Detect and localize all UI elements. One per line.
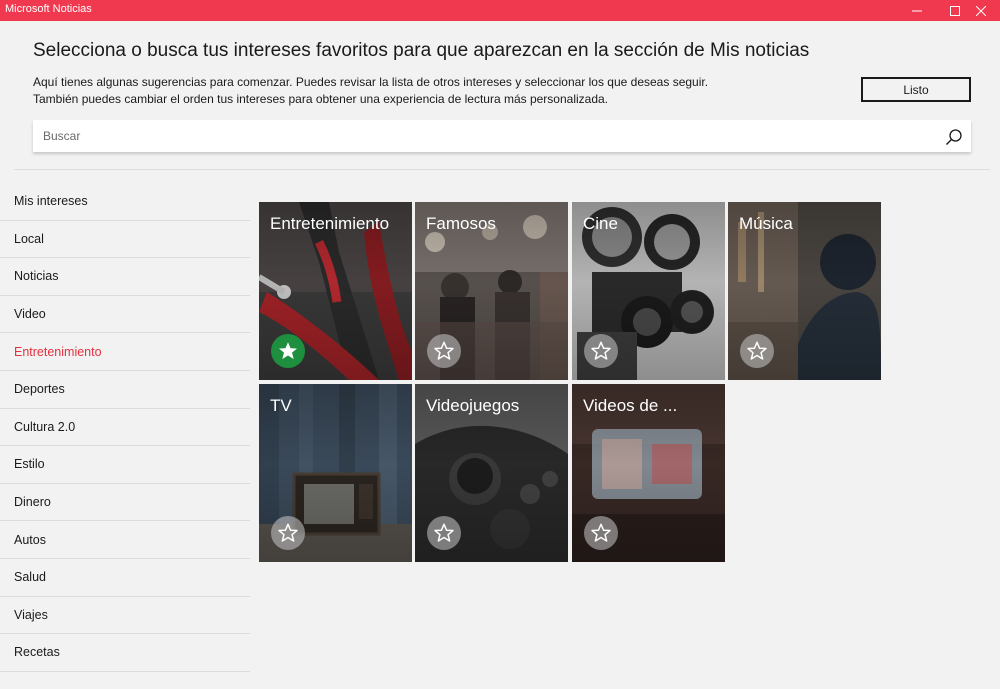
tile-tv[interactable]: TV	[259, 384, 412, 562]
tile-videos-de[interactable]: Videos de ...	[572, 384, 725, 562]
done-button[interactable]: Listo	[861, 77, 971, 102]
sidebar-item-entretenimiento[interactable]: Entretenimiento	[0, 333, 250, 371]
tile-label: Videos de ...	[583, 396, 678, 415]
search-icon	[946, 129, 962, 145]
search-input[interactable]	[43, 120, 933, 152]
sidebar-item-mis-intereses[interactable]: Mis intereses	[0, 183, 250, 221]
tile-entretenimiento[interactable]: Entretenimiento	[259, 202, 412, 380]
sidebar-item-label: Local	[14, 231, 44, 246]
close-icon	[976, 5, 986, 16]
category-sidebar: Mis intereses Local Noticias Video Entre…	[0, 183, 250, 672]
sidebar-item-local[interactable]: Local	[0, 221, 250, 259]
star-outline-icon	[591, 341, 611, 360]
sidebar-item-video[interactable]: Video	[0, 296, 250, 334]
sidebar-item-label: Autos	[14, 532, 46, 547]
sidebar-item-dinero[interactable]: Dinero	[0, 484, 250, 522]
follow-toggle[interactable]	[271, 516, 305, 550]
description-line-1: Aquí tienes algunas sugerencias para com…	[33, 75, 709, 89]
close-button[interactable]	[962, 0, 1000, 21]
star-outline-icon	[591, 523, 611, 542]
sidebar-item-label: Viajes	[14, 607, 48, 622]
window-title: Microsoft Noticias	[5, 3, 92, 15]
sidebar-item-autos[interactable]: Autos	[0, 521, 250, 559]
search-box	[33, 120, 971, 152]
follow-toggle[interactable]	[584, 516, 618, 550]
search-button[interactable]	[943, 126, 965, 148]
follow-toggle[interactable]	[427, 334, 461, 368]
follow-toggle[interactable]	[584, 334, 618, 368]
maximize-icon	[950, 5, 960, 16]
follow-toggle[interactable]	[427, 516, 461, 550]
sidebar-item-label: Noticias	[14, 269, 59, 284]
description-line-2: También puedes cambiar el orden tus inte…	[33, 92, 609, 106]
sidebar-item-viajes[interactable]: Viajes	[0, 597, 250, 635]
title-bar: Microsoft Noticias	[0, 0, 1000, 21]
sidebar-item-label: Video	[14, 307, 46, 322]
follow-toggle[interactable]	[271, 334, 305, 368]
sidebar-item-label: Cultura 2.0	[14, 419, 76, 434]
tile-label: TV	[270, 396, 292, 415]
sidebar-item-label: Mis intereses	[14, 194, 88, 209]
tile-label: Famosos	[426, 214, 496, 233]
star-filled-icon	[279, 342, 297, 359]
tile-videojuegos[interactable]: Videojuegos	[415, 384, 568, 562]
page-title: Selecciona o busca tus intereses favorit…	[33, 40, 810, 61]
sidebar-item-label: Salud	[14, 570, 46, 585]
sidebar-item-label: Estilo	[14, 457, 45, 472]
sidebar-item-cultura[interactable]: Cultura 2.0	[0, 409, 250, 447]
sidebar-item-deportes[interactable]: Deportes	[0, 371, 250, 409]
tile-label: Videojuegos	[426, 396, 520, 415]
tile-label: Cine	[583, 214, 618, 233]
header-divider	[14, 169, 990, 170]
sidebar-item-label: Recetas	[14, 645, 60, 660]
minimize-button[interactable]	[898, 0, 936, 21]
minimize-icon	[912, 10, 922, 11]
sidebar-item-salud[interactable]: Salud	[0, 559, 250, 597]
sidebar-item-noticias[interactable]: Noticias	[0, 258, 250, 296]
tile-label: Entretenimiento	[270, 214, 390, 233]
sidebar-item-estilo[interactable]: Estilo	[0, 446, 250, 484]
tile-label: Música	[739, 214, 793, 233]
tile-cine[interactable]: Cine	[572, 202, 725, 380]
star-outline-icon	[278, 523, 298, 542]
sidebar-item-recetas[interactable]: Recetas	[0, 634, 250, 672]
page-description: Aquí tienes algunas sugerencias para com…	[33, 74, 708, 108]
tile-musica[interactable]: Música	[728, 202, 881, 380]
sidebar-item-label: Entretenimiento	[14, 344, 102, 359]
star-outline-icon	[434, 523, 454, 542]
follow-toggle[interactable]	[740, 334, 774, 368]
sidebar-item-label: Deportes	[14, 382, 65, 397]
tile-famosos[interactable]: Famosos	[415, 202, 568, 380]
star-outline-icon	[747, 341, 767, 360]
sidebar-item-label: Dinero	[14, 495, 51, 510]
star-outline-icon	[434, 341, 454, 360]
